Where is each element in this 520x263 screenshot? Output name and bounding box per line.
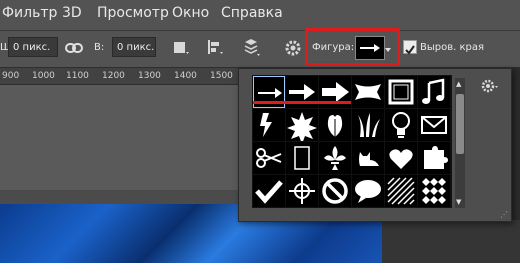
shape-scrollbar-thumb[interactable] <box>456 94 464 154</box>
workspace-background <box>382 220 520 263</box>
shape-diamond-grid[interactable] <box>418 175 450 207</box>
width-label: Ш: <box>0 42 8 53</box>
shape-heart[interactable] <box>385 142 417 174</box>
ruler-tick: 1300 <box>138 71 161 81</box>
scroll-down-icon[interactable]: ▼ <box>456 198 461 206</box>
gear-icon[interactable] <box>282 37 304 59</box>
ruler-tick: 900 <box>2 71 20 81</box>
menu-help[interactable]: Справка <box>221 5 283 21</box>
canvas-area[interactable] <box>0 85 246 190</box>
shape-hatch-pattern[interactable] <box>385 175 417 207</box>
ruler-tick: 1400 <box>174 71 197 81</box>
shape-puzzle[interactable] <box>418 142 450 174</box>
shape-banner[interactable] <box>352 76 384 108</box>
path-alignment-icon[interactable] <box>204 37 226 59</box>
menu-3d[interactable]: 3D <box>62 5 82 21</box>
ruler-tick: 1000 <box>32 71 55 81</box>
canvas-strip <box>0 190 246 204</box>
shape-burst[interactable] <box>286 109 318 144</box>
ruler-tick: 1500 <box>210 71 233 81</box>
shape-crosshair[interactable] <box>286 175 318 207</box>
shape-no-sign[interactable] <box>319 175 351 207</box>
shape-speech-bubble[interactable] <box>352 175 384 207</box>
shape-fleur-de-lis[interactable] <box>319 142 351 174</box>
shape-leaf[interactable] <box>319 109 351 141</box>
panel-gear-icon[interactable] <box>480 76 500 96</box>
link-icon[interactable] <box>63 37 85 59</box>
antialias-label: Выров. края <box>420 42 485 53</box>
shape-music-note[interactable] <box>418 76 450 108</box>
scroll-up-icon[interactable]: ▲ <box>456 80 461 88</box>
highlight-box <box>305 28 400 66</box>
shape-lightbulb[interactable] <box>385 109 417 141</box>
options-bar: Ш: 0 пикс. В: 0 пикс. Фигура: Выров. кра… <box>0 31 520 68</box>
menu-window[interactable]: Окно <box>172 5 209 21</box>
highlight-underline <box>253 101 351 104</box>
shape-frame-square[interactable] <box>385 76 417 108</box>
ruler-tick: 1100 <box>66 71 89 81</box>
height-label: В: <box>94 42 105 53</box>
menu-bar: Фильтр 3D Просмотр Окно Справка <box>0 0 520 31</box>
shape-lightning[interactable] <box>253 109 285 141</box>
shape-rectangle-frame[interactable] <box>286 142 318 174</box>
shape-grass[interactable] <box>352 109 384 141</box>
resize-grip-icon[interactable]: ⋰ <box>500 210 508 219</box>
antialias-checkbox[interactable] <box>403 40 417 55</box>
shape-cat[interactable] <box>352 142 384 174</box>
path-operations-icon[interactable] <box>170 37 192 59</box>
shape-envelope[interactable] <box>418 109 450 141</box>
menu-view[interactable]: Просмотр <box>97 5 169 21</box>
ruler: 900 1000 1100 1200 1300 1400 1500 <box>0 68 246 85</box>
shape-scissors[interactable] <box>253 142 285 174</box>
height-field[interactable]: 0 пикс. <box>112 37 156 57</box>
shape-checkmark[interactable] <box>253 175 285 207</box>
menu-filter[interactable]: Фильтр <box>2 5 57 21</box>
ruler-tick: 1200 <box>102 71 125 81</box>
path-arrangement-icon[interactable] <box>240 37 262 59</box>
width-field[interactable]: 0 пикс. <box>8 37 58 57</box>
